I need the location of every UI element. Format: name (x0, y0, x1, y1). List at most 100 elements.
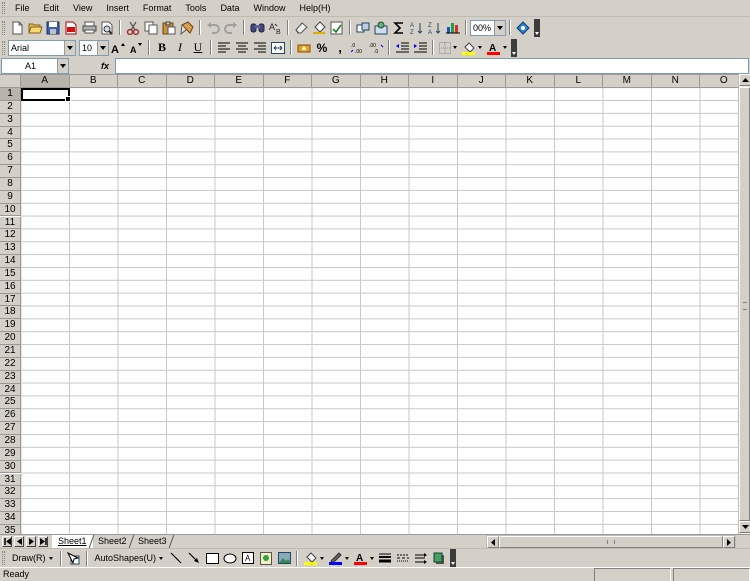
row-header-12[interactable]: 12 (0, 229, 21, 243)
menu-item-tools[interactable]: Tools (178, 1, 213, 16)
increase-indent-icon[interactable] (412, 39, 429, 56)
row-header-26[interactable]: 26 (0, 409, 21, 423)
column-header-m[interactable]: M (603, 75, 652, 88)
grow-font-icon[interactable]: A (110, 39, 127, 56)
menu-item-edit[interactable]: Edit (37, 1, 67, 16)
hyperlink-icon[interactable] (355, 19, 372, 36)
bold-button[interactable]: B (154, 39, 171, 56)
copy-icon[interactable] (143, 19, 160, 36)
fill-color-icon[interactable] (460, 39, 484, 56)
active-cell[interactable] (21, 88, 71, 102)
toolbar-overflow-icon[interactable] (511, 38, 517, 57)
paste-icon[interactable] (161, 19, 178, 36)
row-header-5[interactable]: 5 (0, 139, 21, 153)
draw-menu-button[interactable]: Draw(R) (8, 553, 57, 563)
line-style-icon[interactable] (377, 550, 394, 567)
row-header-9[interactable]: 9 (0, 190, 21, 204)
underline-button[interactable]: U (190, 39, 207, 56)
row-header-6[interactable]: 6 (0, 152, 21, 166)
row-header-31[interactable]: 31 (0, 473, 21, 487)
fill-bucket-icon[interactable] (302, 550, 326, 567)
row-header-10[interactable]: 10 (0, 203, 21, 217)
column-header-d[interactable]: D (166, 75, 215, 88)
decrease-indent-icon[interactable] (394, 39, 411, 56)
toolbar-overflow-icon[interactable] (450, 549, 457, 567)
next-sheet-button[interactable] (26, 536, 36, 547)
currency-icon[interactable] (296, 39, 313, 56)
column-header-a[interactable]: A (21, 75, 70, 88)
borders-icon[interactable] (438, 39, 459, 56)
spellcheck-icon[interactable] (329, 19, 346, 36)
scroll-down-button[interactable] (739, 521, 750, 533)
rectangle-tool-icon[interactable] (204, 550, 221, 567)
autosum-icon[interactable] (391, 19, 408, 36)
chevron-down-icon[interactable] (64, 40, 75, 55)
column-header-i[interactable]: I (409, 75, 458, 88)
column-header-b[interactable]: B (69, 75, 118, 88)
column-header-e[interactable]: E (215, 75, 264, 88)
percent-button[interactable]: % (314, 39, 331, 56)
row-header-14[interactable]: 14 (0, 255, 21, 268)
row-header-30[interactable]: 30 (0, 460, 21, 474)
column-header-j[interactable]: J (457, 75, 506, 88)
chart-icon[interactable] (445, 19, 462, 36)
sort-ascending-icon[interactable]: AZ (409, 19, 426, 36)
zoom-combo[interactable]: 00% (470, 19, 506, 36)
autoshapes-menu-button[interactable]: AutoShapes(U) (91, 553, 168, 563)
last-sheet-button[interactable] (38, 536, 48, 547)
menu-grip[interactable] (2, 2, 5, 14)
row-header-16[interactable]: 16 (0, 280, 21, 294)
column-header-h[interactable]: H (360, 75, 409, 88)
horizontal-scroll-thumb[interactable] (499, 536, 723, 548)
chevron-down-icon[interactable] (97, 40, 108, 55)
column-header-c[interactable]: C (118, 75, 167, 88)
row-header-28[interactable]: 28 (0, 434, 21, 448)
select-objects-icon[interactable] (65, 550, 82, 567)
comma-button[interactable]: , (332, 39, 349, 56)
line-color-icon[interactable] (327, 550, 351, 567)
horizontal-scrollbar[interactable] (486, 535, 736, 548)
row-header-7[interactable]: 7 (0, 165, 21, 178)
print-preview-icon[interactable] (99, 19, 116, 36)
sheet-tab-sheet1[interactable]: Sheet1 (52, 535, 93, 548)
open-icon[interactable] (27, 19, 44, 36)
row-header-20[interactable]: 20 (0, 332, 21, 345)
undo-icon[interactable] (205, 19, 222, 36)
toolbar-grip[interactable] (2, 20, 5, 35)
row-header-22[interactable]: 22 (0, 357, 21, 371)
insert-object-icon[interactable] (373, 19, 390, 36)
arrow-style-icon[interactable] (413, 550, 430, 567)
row-header-21[interactable]: 21 (0, 345, 21, 358)
font-name-combo[interactable]: Arial (8, 39, 76, 56)
select-all-corner[interactable] (0, 75, 21, 88)
row-header-17[interactable]: 17 (0, 293, 21, 307)
format-painter-icon[interactable] (179, 19, 196, 36)
scroll-up-button[interactable] (739, 74, 750, 86)
replace-icon[interactable]: AB (267, 19, 284, 36)
menu-item-help-h[interactable]: Help(H) (292, 1, 337, 16)
function-wizard-button[interactable]: fx (69, 58, 115, 74)
ellipse-tool-icon[interactable] (222, 550, 239, 567)
column-header-n[interactable]: N (651, 75, 700, 88)
sheet-tab-sheet2[interactable]: Sheet2 (92, 535, 133, 548)
toolbar-overflow-icon[interactable] (534, 18, 540, 37)
menu-item-file[interactable]: File (8, 1, 37, 16)
new-icon[interactable] (9, 19, 26, 36)
row-header-23[interactable]: 23 (0, 370, 21, 384)
align-right-icon[interactable] (252, 39, 269, 56)
chevron-down-icon[interactable] (494, 20, 505, 35)
vertical-scrollbar[interactable] (738, 74, 750, 534)
menu-item-view[interactable]: View (66, 1, 99, 16)
merge-center-icon[interactable] (270, 39, 287, 56)
row-header-18[interactable]: 18 (0, 306, 21, 320)
first-sheet-button[interactable] (2, 536, 12, 547)
row-header-13[interactable]: 13 (0, 242, 21, 256)
menu-item-window[interactable]: Window (246, 1, 292, 16)
row-header-33[interactable]: 33 (0, 499, 21, 513)
italic-button[interactable]: I (172, 39, 189, 56)
menu-item-data[interactable]: Data (213, 1, 246, 16)
align-left-icon[interactable] (216, 39, 233, 56)
row-header-25[interactable]: 25 (0, 396, 21, 410)
font-size-combo[interactable]: 10 (79, 39, 109, 56)
toolbar-grip[interactable] (2, 40, 5, 55)
